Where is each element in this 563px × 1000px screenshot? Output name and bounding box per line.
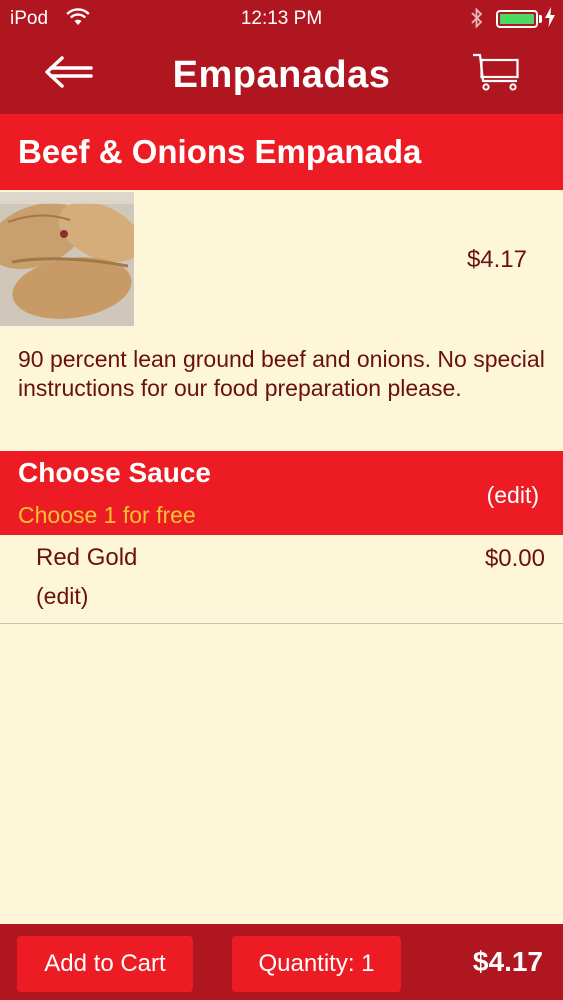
- battery-icon: [496, 10, 538, 28]
- product-description: 90 percent lean ground beef and onions. …: [18, 346, 545, 401]
- cart-button[interactable]: [466, 52, 526, 96]
- order-total: $4.17: [472, 946, 543, 977]
- add-to-cart-button[interactable]: Add to Cart: [17, 936, 193, 992]
- nav-title: Empanadas: [172, 54, 391, 96]
- product-image: [0, 192, 134, 326]
- back-arrow-icon: [42, 54, 94, 95]
- list-item[interactable]: Red Gold (edit) $0.00: [0, 536, 563, 624]
- sauce-section-title: Choose Sauce: [18, 457, 211, 488]
- bluetooth-icon: [470, 7, 484, 34]
- option-price: $0.00: [484, 545, 545, 572]
- product-name: Beef & Onions Empanada: [18, 133, 422, 170]
- product-price: $4.17: [466, 246, 527, 273]
- sauce-section-header: Choose Sauce Choose 1 for free (edit): [0, 451, 563, 535]
- option-name: Red Gold: [36, 544, 138, 571]
- sauce-section-subtitle: Choose 1 for free: [18, 502, 196, 528]
- product-header: Beef & Onions Empanada: [0, 114, 563, 190]
- charging-icon: [545, 7, 555, 32]
- status-bar: iPod 12:13 PM: [0, 0, 563, 36]
- option-edit-link[interactable]: (edit): [36, 583, 88, 610]
- back-button[interactable]: [38, 52, 98, 96]
- battery-fill: [500, 14, 534, 24]
- bottom-bar: Add to Cart Quantity: 1 $4.17: [0, 924, 563, 1000]
- top-bar: iPod 12:13 PM Empanadas: [0, 0, 563, 114]
- quantity-button[interactable]: Quantity: 1: [232, 936, 401, 992]
- battery-tip: [539, 15, 542, 23]
- cart-icon: [471, 52, 521, 97]
- sauce-edit-link[interactable]: (edit): [487, 482, 539, 509]
